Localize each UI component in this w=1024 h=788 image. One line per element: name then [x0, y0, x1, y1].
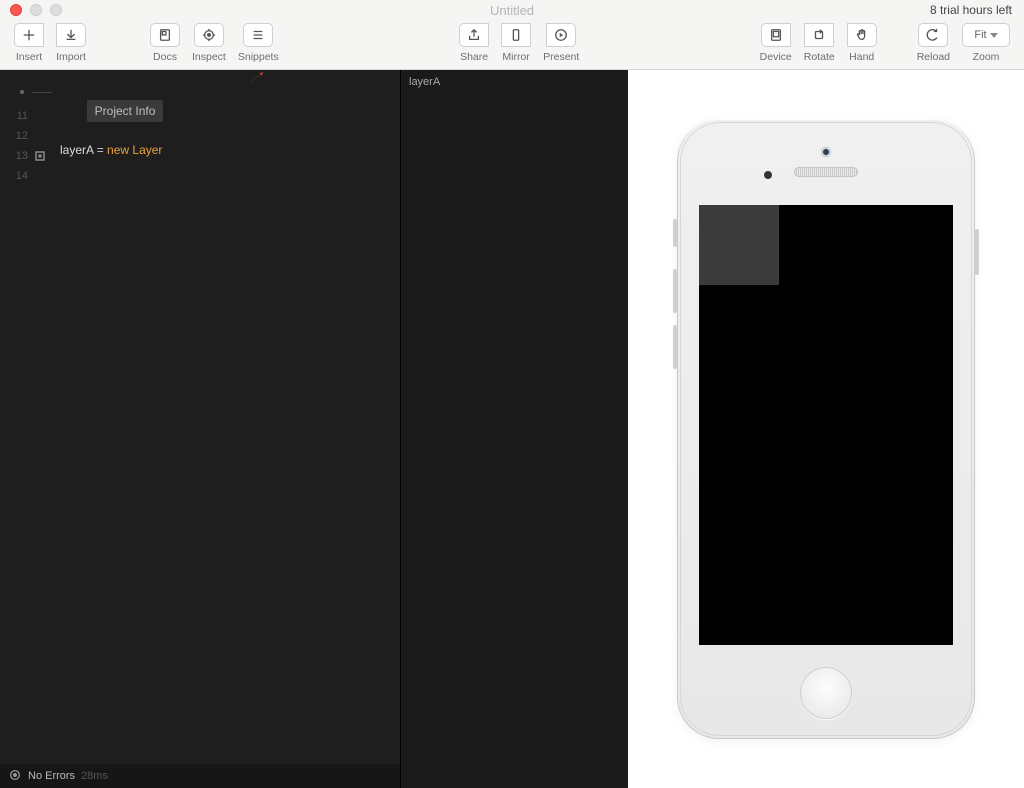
reload-icon: [918, 23, 948, 47]
trial-notice: 8 trial hours left: [930, 3, 1012, 17]
docs-button[interactable]: Docs: [144, 23, 186, 63]
hand-button[interactable]: Hand: [841, 23, 883, 63]
mirror-icon: [501, 23, 531, 47]
zoom-label: Zoom: [973, 51, 1000, 63]
insert-button[interactable]: Insert: [8, 23, 50, 63]
download-icon: [56, 23, 86, 47]
device-label: Device: [760, 51, 792, 63]
crosshair-icon: [194, 23, 224, 47]
mirror-button[interactable]: Mirror: [495, 23, 537, 63]
code-line-13[interactable]: layerA = new Layer: [60, 140, 400, 160]
line-number: 12: [0, 130, 28, 142]
gutter-marker: [20, 90, 24, 94]
phone-sensor: [764, 171, 772, 179]
rotate-button[interactable]: Rotate: [798, 23, 841, 63]
phone-lock-button: [975, 229, 979, 275]
phone-speaker: [794, 167, 858, 177]
code-area[interactable]: Project Info layerA = new Layer: [60, 70, 400, 160]
docs-label: Docs: [153, 51, 177, 63]
rotate-label: Rotate: [804, 51, 835, 63]
insert-label: Insert: [16, 51, 42, 63]
line-number: 14: [0, 170, 28, 182]
token-operator: =: [93, 143, 107, 157]
status-time: 28ms: [81, 770, 108, 782]
titlebar: Untitled 8 trial hours left: [0, 0, 1024, 20]
reload-button[interactable]: Reload: [911, 23, 956, 63]
workspace: 11 12 13 14 Project Info layerA = new La…: [0, 70, 1024, 788]
zoom-value[interactable]: Fit: [962, 23, 1010, 47]
hand-icon: [847, 23, 877, 47]
rotate-icon: [804, 23, 834, 47]
project-info-badge[interactable]: Project Info: [87, 100, 164, 122]
editor-gutter: 11 12 13 14: [0, 70, 56, 788]
token-class: Layer: [132, 143, 162, 157]
import-label: Import: [56, 51, 86, 63]
close-window-button[interactable]: [10, 4, 22, 16]
phone-mute-switch: [673, 219, 677, 247]
list-icon: [243, 23, 273, 47]
play-icon: [546, 23, 576, 47]
device-screen[interactable]: [699, 205, 953, 645]
share-button[interactable]: Share: [453, 23, 495, 63]
plus-icon: [14, 23, 44, 47]
token-keyword: new: [107, 143, 132, 157]
layer-tree[interactable]: layerA: [400, 70, 628, 788]
hand-label: Hand: [849, 51, 874, 63]
device-icon: [761, 23, 791, 47]
device-button[interactable]: Device: [754, 23, 798, 63]
window-controls: [0, 4, 62, 16]
phone-volume-up: [673, 269, 677, 313]
zoom-dropdown[interactable]: Fit Zoom: [956, 23, 1016, 63]
zoom-window-button[interactable]: [50, 4, 62, 16]
import-button[interactable]: Import: [50, 23, 92, 63]
target-icon: [8, 768, 22, 785]
share-label: Share: [460, 51, 488, 63]
phone-camera: [821, 147, 831, 157]
device-frame: [677, 119, 975, 739]
preview-pane: [628, 70, 1024, 788]
share-icon: [459, 23, 489, 47]
fold-icon[interactable]: [34, 150, 46, 162]
line-number: 11: [0, 110, 28, 122]
snippets-label: Snippets: [238, 51, 279, 63]
inspect-label: Inspect: [192, 51, 226, 63]
token-variable: layerA: [60, 143, 93, 157]
status-bar: No Errors 28ms: [0, 764, 400, 788]
present-label: Present: [543, 51, 579, 63]
phone-home-button: [800, 667, 852, 719]
mirror-label: Mirror: [502, 51, 529, 63]
window-title: Untitled: [490, 3, 534, 18]
docs-icon: [150, 23, 180, 47]
layer-tree-item[interactable]: layerA: [409, 76, 440, 88]
minimize-window-button[interactable]: [30, 4, 42, 16]
preview-layerA[interactable]: [699, 205, 779, 285]
status-text: No Errors: [28, 770, 75, 782]
reload-label: Reload: [917, 51, 950, 63]
inspect-button[interactable]: Inspect: [186, 23, 232, 63]
toolbar: Insert Import Docs Inspect Snippets Shar…: [0, 20, 1024, 70]
snippets-button[interactable]: Snippets: [232, 23, 285, 63]
line-number: 13: [0, 150, 28, 162]
phone-volume-down: [673, 325, 677, 369]
present-button[interactable]: Present: [537, 23, 585, 63]
code-editor[interactable]: 11 12 13 14 Project Info layerA = new La…: [0, 70, 400, 788]
